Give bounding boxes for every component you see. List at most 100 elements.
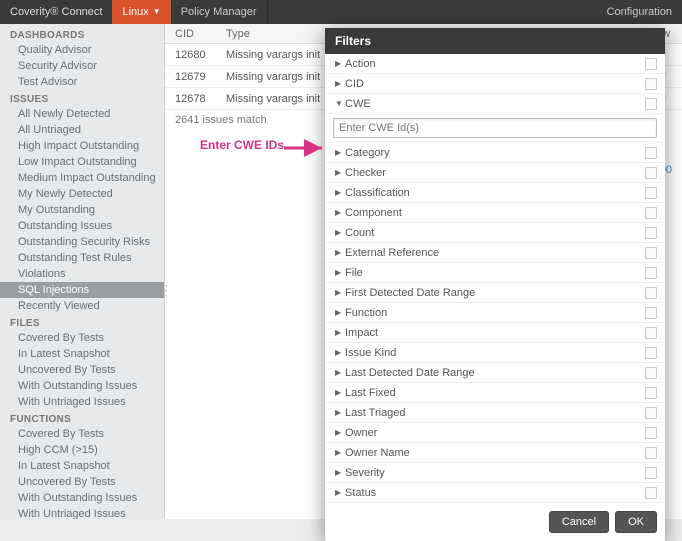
filter-row[interactable]: ▶Last Triaged (325, 403, 665, 423)
sidebar-item[interactable]: Quality Advisor (0, 42, 164, 58)
filter-checkbox[interactable] (645, 447, 657, 459)
filter-row[interactable]: ▶File (325, 263, 665, 283)
filter-checkbox[interactable] (645, 247, 657, 259)
chevron-right-icon: ▶ (335, 488, 345, 497)
chevron-right-icon: ▶ (335, 79, 345, 88)
filter-label: Action (345, 58, 645, 70)
filter-row[interactable]: ▶Last Fixed (325, 383, 665, 403)
filter-row[interactable]: ▶Count (325, 223, 665, 243)
sidebar-item[interactable]: All Untriaged (0, 122, 164, 138)
sidebar-item[interactable]: My Outstanding (0, 202, 164, 218)
sidebar-item[interactable]: High Impact Outstanding (0, 138, 164, 154)
filter-checkbox[interactable] (645, 267, 657, 279)
filter-row[interactable]: ▶First Detected Date Range (325, 283, 665, 303)
filter-checkbox[interactable] (645, 147, 657, 159)
chevron-right-icon: ▶ (335, 148, 345, 157)
sidebar-item[interactable]: Test Advisor (0, 74, 164, 90)
filter-row[interactable]: ▶Category (325, 143, 665, 163)
sidebar-item[interactable]: Outstanding Test Rules (0, 250, 164, 266)
cancel-button[interactable]: Cancel (549, 511, 609, 533)
filter-row[interactable]: ▶Action (325, 54, 665, 74)
sidebar-item[interactable]: High CCM (>15) (0, 442, 164, 458)
filter-checkbox[interactable] (645, 307, 657, 319)
sidebar-item[interactable]: Violations (0, 266, 164, 282)
resize-handle-icon[interactable]: ⋮ (165, 282, 173, 299)
filter-checkbox[interactable] (645, 347, 657, 359)
sidebar-group-head: DASHBOARDS (0, 26, 164, 42)
filter-row[interactable]: ▶CID (325, 74, 665, 94)
filter-row[interactable]: ▶Owner Name (325, 443, 665, 463)
filter-label: CID (345, 78, 645, 90)
filter-checkbox[interactable] (645, 167, 657, 179)
filter-row[interactable]: ▶Severity (325, 463, 665, 483)
tab-configuration[interactable]: Configuration (597, 0, 682, 24)
filter-row[interactable]: ▶Function (325, 303, 665, 323)
sidebar-item[interactable]: In Latest Snapshot (0, 346, 164, 362)
ok-button[interactable]: OK (615, 511, 657, 533)
filter-label: Category (345, 147, 645, 159)
sidebar: DASHBOARDSQuality AdvisorSecurity Adviso… (0, 24, 165, 519)
chevron-right-icon: ▶ (335, 268, 345, 277)
filter-checkbox[interactable] (645, 58, 657, 70)
sidebar-item[interactable]: With Untriaged Issues (0, 394, 164, 410)
sidebar-item[interactable]: Outstanding Security Risks (0, 234, 164, 250)
sidebar-item[interactable]: With Outstanding Issues (0, 378, 164, 394)
filter-checkbox[interactable] (645, 227, 657, 239)
filter-row[interactable]: ▶Classification (325, 183, 665, 203)
filter-row[interactable]: ▼CWE (325, 94, 665, 114)
filter-checkbox[interactable] (645, 427, 657, 439)
sidebar-group-head: FILES (0, 314, 164, 330)
filter-checkbox[interactable] (645, 187, 657, 199)
filters-dialog: Filters ▶Action▶CID▼CWE▶Category▶Checker… (325, 28, 665, 541)
filter-checkbox[interactable] (645, 487, 657, 499)
chevron-right-icon: ▶ (335, 188, 345, 197)
sidebar-item[interactable]: With Untriaged Issues (0, 506, 164, 519)
sidebar-item[interactable]: Recently Viewed (0, 298, 164, 314)
filter-checkbox[interactable] (645, 367, 657, 379)
filter-checkbox[interactable] (645, 78, 657, 90)
filter-row[interactable]: ▶External Reference (325, 243, 665, 263)
sidebar-item[interactable]: Uncovered By Tests (0, 474, 164, 490)
cwe-id-input[interactable] (333, 118, 657, 138)
filter-row[interactable]: ▶Last Detected Date Range (325, 363, 665, 383)
filter-label: Last Detected Date Range (345, 367, 645, 379)
project-dropdown[interactable]: Linux ▼ (112, 0, 170, 24)
chevron-right-icon: ▶ (335, 328, 345, 337)
filter-row[interactable]: ▶Impact (325, 323, 665, 343)
filter-checkbox[interactable] (645, 467, 657, 479)
filter-row[interactable]: ▶Issue Kind (325, 343, 665, 363)
filter-label: Last Triaged (345, 407, 645, 419)
cell-cid: 12680 (165, 44, 220, 65)
filter-checkbox[interactable] (645, 327, 657, 339)
chevron-right-icon: ▶ (335, 168, 345, 177)
sidebar-item[interactable]: Low Impact Outstanding (0, 154, 164, 170)
filter-checkbox[interactable] (645, 407, 657, 419)
col-cid[interactable]: CID (165, 24, 220, 43)
filter-row[interactable]: ▶Status (325, 483, 665, 503)
sidebar-item[interactable]: Covered By Tests (0, 330, 164, 346)
filter-row[interactable]: ▶Component (325, 203, 665, 223)
filter-checkbox[interactable] (645, 98, 657, 110)
filter-row[interactable]: ▶Checker (325, 163, 665, 183)
filter-label: CWE (345, 98, 645, 110)
sidebar-item[interactable]: Medium Impact Outstanding (0, 170, 164, 186)
brand-label: Coverity® Connect (0, 0, 112, 24)
tab-policy-manager[interactable]: Policy Manager (171, 0, 268, 24)
sidebar-item[interactable]: Uncovered By Tests (0, 362, 164, 378)
filter-checkbox[interactable] (645, 207, 657, 219)
sidebar-item[interactable]: All Newly Detected (0, 106, 164, 122)
chevron-right-icon: ▶ (335, 448, 345, 457)
filter-row[interactable]: ▶Owner (325, 423, 665, 443)
sidebar-item[interactable]: Covered By Tests (0, 426, 164, 442)
sidebar-item[interactable]: My Newly Detected (0, 186, 164, 202)
sidebar-item[interactable]: With Outstanding Issues (0, 490, 164, 506)
sidebar-item[interactable]: In Latest Snapshot (0, 458, 164, 474)
sidebar-item[interactable]: Security Advisor (0, 58, 164, 74)
filter-checkbox[interactable] (645, 387, 657, 399)
sidebar-item[interactable]: SQL Injections (0, 282, 164, 298)
chevron-right-icon: ▶ (335, 348, 345, 357)
chevron-right-icon: ▶ (335, 428, 345, 437)
filter-checkbox[interactable] (645, 287, 657, 299)
sidebar-item[interactable]: Outstanding Issues (0, 218, 164, 234)
cell-cid: 12678 (165, 88, 220, 109)
